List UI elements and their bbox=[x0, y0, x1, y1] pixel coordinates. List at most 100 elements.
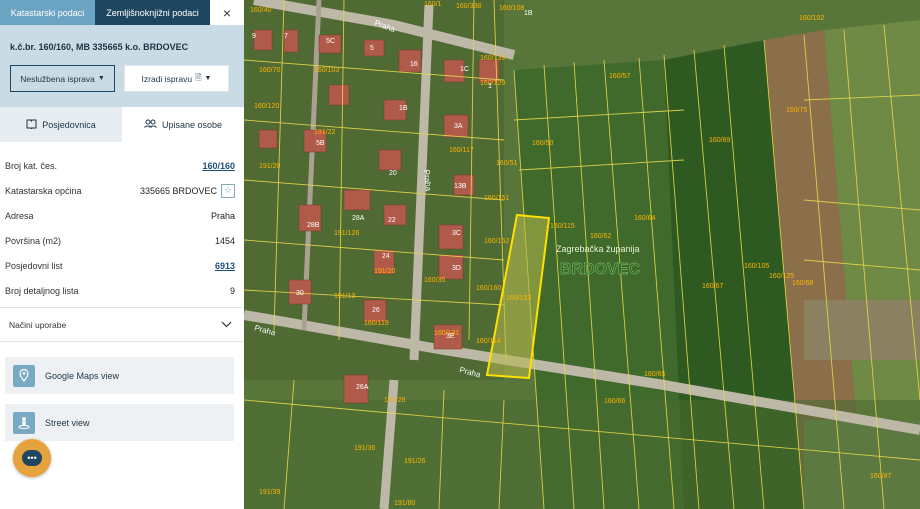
svg-text:191/36: 191/36 bbox=[354, 445, 376, 452]
svg-text:160/50: 160/50 bbox=[532, 140, 554, 147]
svg-text:191/22: 191/22 bbox=[314, 129, 336, 136]
book-icon bbox=[26, 119, 37, 131]
svg-text:160/119: 160/119 bbox=[364, 320, 389, 327]
svg-text:1B: 1B bbox=[399, 105, 408, 112]
google-maps-view-button[interactable]: Google Maps view bbox=[5, 357, 234, 394]
street-view-button[interactable]: Street view bbox=[5, 404, 234, 441]
izradi-ispravu-button[interactable]: Izradi ispravu 🗎 ▼ bbox=[124, 65, 229, 92]
star-icon[interactable]: ☆ bbox=[221, 183, 235, 198]
svg-text:30: 30 bbox=[296, 290, 304, 297]
close-icon[interactable]: × bbox=[210, 0, 244, 25]
svg-text:160/129: 160/129 bbox=[480, 80, 505, 87]
google-maps-view-label: Google Maps view bbox=[45, 370, 120, 381]
svg-text:160/35: 160/35 bbox=[424, 277, 446, 284]
street-label-praha: Praha bbox=[422, 169, 433, 192]
svg-text:191/39: 191/39 bbox=[259, 489, 281, 496]
svg-text:5C: 5C bbox=[326, 38, 335, 45]
svg-text:160/64: 160/64 bbox=[634, 215, 656, 222]
municipality-label: BRDOVEC bbox=[560, 261, 640, 278]
izradi-ispravu-label: Izradi ispravu bbox=[141, 73, 193, 84]
nesluzbena-isprava-button[interactable]: Neslužbena isprava ▼ bbox=[10, 65, 115, 92]
svg-text:160/102: 160/102 bbox=[799, 15, 824, 22]
svg-text:191/20: 191/20 bbox=[374, 268, 396, 275]
tab-upisane-osobe[interactable]: Upisane osobe bbox=[122, 107, 244, 142]
svg-text:28B: 28B bbox=[307, 222, 320, 229]
info-row: Broj detaljnog lista 9 bbox=[0, 278, 244, 303]
row-value: Praha bbox=[210, 210, 235, 221]
svg-text:160/51: 160/51 bbox=[496, 160, 518, 167]
accordion-label: Načini uporabe bbox=[9, 319, 67, 330]
row-label: Posjedovni list bbox=[5, 260, 63, 271]
svg-text:160/87: 160/87 bbox=[870, 473, 892, 480]
svg-text:191/126: 191/126 bbox=[334, 230, 359, 237]
parcel-info-list: Broj kat. čes. 160/160 Katastarska općin… bbox=[0, 153, 244, 303]
svg-text:160/125: 160/125 bbox=[769, 273, 794, 280]
tab-posjedovnica[interactable]: Posjedovnica bbox=[0, 107, 122, 142]
chat-button[interactable]: ••• bbox=[13, 439, 51, 477]
svg-text:1C: 1C bbox=[460, 66, 469, 73]
svg-text:26A: 26A bbox=[356, 384, 369, 391]
parcel-number-link[interactable]: 160/160 bbox=[202, 161, 235, 171]
svg-text:160/120: 160/120 bbox=[254, 103, 279, 110]
svg-text:160/68: 160/68 bbox=[792, 280, 814, 287]
posjedovni-list-link[interactable]: 6913 bbox=[215, 261, 235, 271]
katastarska-opcina-value: 335665 BRDOVEC bbox=[139, 185, 217, 196]
svg-text:191/26: 191/26 bbox=[404, 458, 426, 465]
parcel-header: k.č.br. 160/160, MB 335665 k.o. BRDOVEC … bbox=[0, 25, 244, 107]
info-row: Adresa Praha bbox=[0, 203, 244, 228]
map-view[interactable]: 160/1 160/338 160/139 160/129 160/57 160… bbox=[244, 0, 920, 509]
svg-text:160/151: 160/151 bbox=[484, 195, 509, 202]
nacini-uporabe-accordion[interactable]: Načini uporabe bbox=[0, 307, 244, 342]
caret-down-icon: ▼ bbox=[204, 75, 212, 82]
svg-text:160/69: 160/69 bbox=[709, 137, 731, 144]
svg-text:160/117: 160/117 bbox=[449, 147, 474, 154]
svg-text:3C: 3C bbox=[452, 230, 461, 237]
svg-text:16: 16 bbox=[410, 61, 418, 68]
chat-icon: ••• bbox=[22, 450, 42, 466]
row-label: Adresa bbox=[5, 210, 34, 221]
svg-text:191/20: 191/20 bbox=[259, 163, 281, 170]
chevron-down-icon bbox=[221, 320, 232, 330]
svg-text:160/160: 160/160 bbox=[476, 285, 501, 292]
tab-katastarski-podaci[interactable]: Katastarski podaci bbox=[0, 0, 95, 25]
row-label: Katastarska općina bbox=[5, 185, 82, 196]
svg-text:160/62: 160/62 bbox=[590, 233, 612, 240]
svg-text:160/105: 160/105 bbox=[744, 263, 769, 270]
street-view-icon bbox=[13, 411, 35, 434]
top-tabs: Katastarski podaci Zemljišnoknjižni poda… bbox=[0, 0, 244, 25]
side-panel: Katastarski podaci Zemljišnoknjižni poda… bbox=[0, 0, 244, 509]
svg-text:160/40: 160/40 bbox=[250, 7, 272, 14]
caret-down-icon: ▼ bbox=[97, 75, 105, 82]
row-label: Površina (m2) bbox=[5, 235, 62, 246]
svg-text:22: 22 bbox=[388, 217, 396, 224]
svg-text:160/70: 160/70 bbox=[259, 67, 281, 74]
sub-tabs: Posjedovnica Upisane osobe bbox=[0, 107, 244, 142]
svg-text:1B: 1B bbox=[524, 10, 533, 17]
svg-text:160/108: 160/108 bbox=[499, 5, 524, 12]
svg-text:160/65: 160/65 bbox=[644, 371, 666, 378]
svg-text:191/13: 191/13 bbox=[334, 293, 356, 300]
svg-text:160/115: 160/115 bbox=[550, 223, 575, 230]
svg-text:160/152: 160/152 bbox=[484, 238, 509, 245]
tab-zemljisnoknjizni-podaci[interactable]: Zemljišnoknjižni podaci bbox=[95, 0, 210, 25]
tab-upisane-osobe-label: Upisane osobe bbox=[161, 119, 223, 130]
svg-text:28A: 28A bbox=[352, 215, 365, 222]
svg-text:160/67: 160/67 bbox=[702, 283, 724, 290]
info-row: Površina (m2) 1454 bbox=[0, 228, 244, 253]
row-value: 1454 bbox=[214, 235, 235, 246]
svg-text:3A: 3A bbox=[454, 123, 463, 130]
svg-text:20: 20 bbox=[389, 170, 397, 177]
svg-text:160/103: 160/103 bbox=[314, 67, 339, 74]
svg-text:3E: 3E bbox=[446, 333, 455, 340]
svg-text:26: 26 bbox=[372, 307, 380, 314]
row-label: Broj kat. čes. bbox=[5, 160, 58, 171]
aerial-map[interactable]: 160/1 160/338 160/139 160/129 160/57 160… bbox=[244, 0, 920, 509]
svg-text:160/57: 160/57 bbox=[609, 73, 631, 80]
street-view-label: Street view bbox=[45, 417, 90, 428]
svg-text:9: 9 bbox=[252, 33, 256, 40]
people-icon bbox=[144, 119, 157, 130]
svg-text:191/80: 191/80 bbox=[394, 500, 416, 507]
row-label: Broj detaljnog lista bbox=[5, 285, 79, 296]
row-value: 335665 BRDOVEC ☆ bbox=[139, 183, 235, 198]
info-row: Katastarska općina 335665 BRDOVEC ☆ bbox=[0, 178, 244, 203]
